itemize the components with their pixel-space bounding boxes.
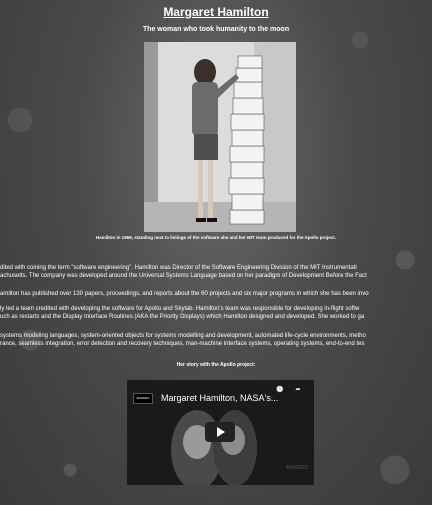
story-heading: Her story with the Apollo project: <box>176 362 256 368</box>
bio-paragraph-3: ly led a team credited with developing t… <box>0 305 432 321</box>
hamilton-photo <box>144 42 296 232</box>
page-title: Margaret Hamilton <box>163 5 269 19</box>
paragraph-line: systems modeling languages, system-orien… <box>0 333 366 339</box>
paragraph-line: amilton has published over 130 papers, p… <box>0 291 369 297</box>
paragraph-line: rance, seamless integration, error detec… <box>0 341 365 347</box>
page-subtitle: The woman who took humanity to the moon <box>142 26 290 33</box>
paragraph-line: ly led a team credited with developing t… <box>0 306 360 312</box>
paragraph-line: achusetts. The company was developed aro… <box>0 273 367 279</box>
share-icon[interactable]: ➦ <box>291 386 305 393</box>
bio-paragraph-1: dited with coining the term "software en… <box>0 264 432 280</box>
play-button[interactable] <box>205 422 235 442</box>
bio-paragraph-4: systems modeling languages, system-orien… <box>0 332 432 348</box>
channel-logo[interactable]: MAKERS <box>133 393 153 404</box>
bio-paragraph-2: amilton has published over 130 papers, p… <box>0 290 432 298</box>
paragraph-line: dited with coining the term "software en… <box>0 265 357 271</box>
paragraph-line: uch as restarts and the Display Interfac… <box>0 314 365 320</box>
watch-later-icon[interactable]: 🕒 <box>273 386 287 393</box>
video-player[interactable]: MAKERS Margaret Hamilton, NASA's... 🕒 ➦ … <box>127 380 314 485</box>
video-watermark: MAKERS <box>286 465 308 471</box>
photo-caption: Hamilton in 1969, standing next to listi… <box>95 235 337 240</box>
video-title[interactable]: Margaret Hamilton, NASA's... <box>161 393 278 403</box>
